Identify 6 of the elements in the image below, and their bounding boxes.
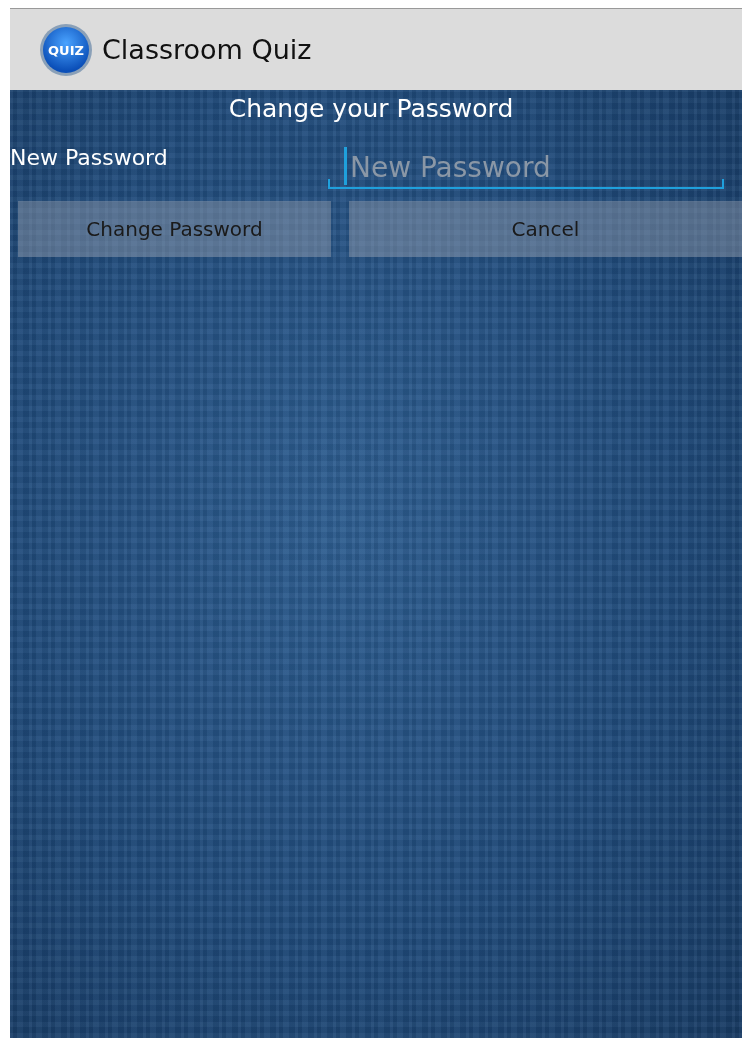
app-title: Classroom Quiz	[102, 34, 312, 65]
page-heading: Change your Password	[227, 94, 515, 123]
change-password-button[interactable]: Change Password	[18, 201, 331, 257]
cancel-button[interactable]: Cancel	[349, 201, 742, 257]
quiz-logo-icon: QUIZ	[38, 21, 94, 78]
field-label: New Password	[10, 145, 169, 172]
